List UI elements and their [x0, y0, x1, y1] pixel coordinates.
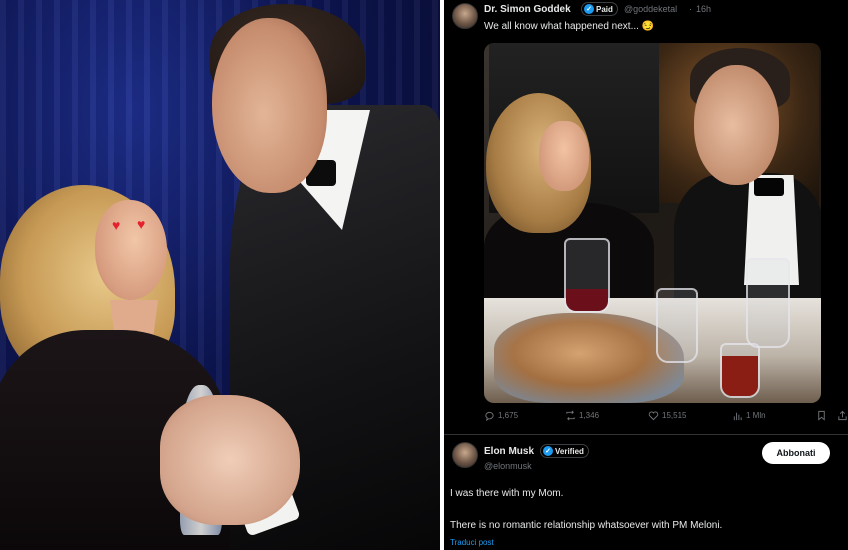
badge-label: Paid: [596, 4, 613, 14]
water-glass: [746, 258, 790, 348]
share-icon: [838, 410, 847, 421]
tweet-text-line2: There is no romantic relationship whatso…: [450, 520, 723, 531]
heart-icon: ♥: [112, 217, 121, 233]
hands: [160, 395, 300, 525]
bowtie: [754, 178, 784, 196]
water-glass: [656, 288, 698, 363]
like-button[interactable]: 15,515: [648, 410, 686, 421]
woman-face: [95, 200, 167, 300]
share-button[interactable]: [837, 410, 848, 421]
timestamp[interactable]: 16h: [696, 4, 711, 14]
repost-button[interactable]: 1,346: [565, 410, 599, 421]
divider: [444, 434, 848, 435]
follow-button[interactable]: Abbonati: [762, 442, 830, 464]
repost-icon: [566, 410, 575, 421]
author-name[interactable]: Dr. Simon Goddek: [484, 4, 571, 15]
view-count: 1 Mln: [746, 411, 766, 420]
avatar[interactable]: [452, 442, 478, 468]
tweet-text-line1: I was there with my Mom.: [450, 488, 564, 499]
views-chart-icon: [733, 412, 742, 421]
verified-check-icon: ✓: [584, 4, 594, 14]
heart-icon: [648, 411, 659, 421]
badge-label: Verified: [555, 446, 584, 456]
like-count: 15,515: [662, 411, 687, 420]
verified-badge: ✓ Verified: [540, 444, 589, 458]
separator: ·: [689, 4, 692, 14]
bookmark-button[interactable]: [816, 410, 827, 421]
embedded-photo[interactable]: [484, 43, 821, 403]
author-handle[interactable]: @elonmusk: [484, 461, 532, 471]
author-handle[interactable]: @goddeketal: [624, 4, 677, 14]
wine-glass: [564, 238, 610, 313]
avatar[interactable]: [452, 3, 478, 29]
drink-glass: [720, 343, 760, 398]
verified-check-icon: ✓: [543, 446, 553, 456]
views-button[interactable]: 1 Mln: [732, 410, 766, 421]
tweet-screenshot: Dr. Simon Goddek ✓ Paid @goddeketal · 16…: [444, 0, 848, 550]
bookmark-icon: [818, 410, 825, 421]
man-face: [212, 18, 327, 193]
translate-link[interactable]: Traduci post: [450, 538, 494, 547]
tweet-text: We all know what happened next... 😏: [484, 21, 655, 32]
woman-face: [539, 121, 589, 191]
reply-icon: [485, 411, 494, 421]
paid-badge: ✓ Paid: [581, 2, 618, 16]
action-bar: 1,675 1,346 15,515 1 Mln: [484, 410, 848, 426]
reply-button[interactable]: 1,675: [484, 410, 518, 421]
author-name[interactable]: Elon Musk: [484, 446, 534, 457]
reply-count: 1,675: [498, 411, 519, 420]
repost-count: 1,346: [579, 411, 600, 420]
award-photo: ♥ ♥: [0, 0, 440, 550]
man-face: [694, 65, 779, 185]
heart-icon: ♥: [137, 216, 146, 232]
